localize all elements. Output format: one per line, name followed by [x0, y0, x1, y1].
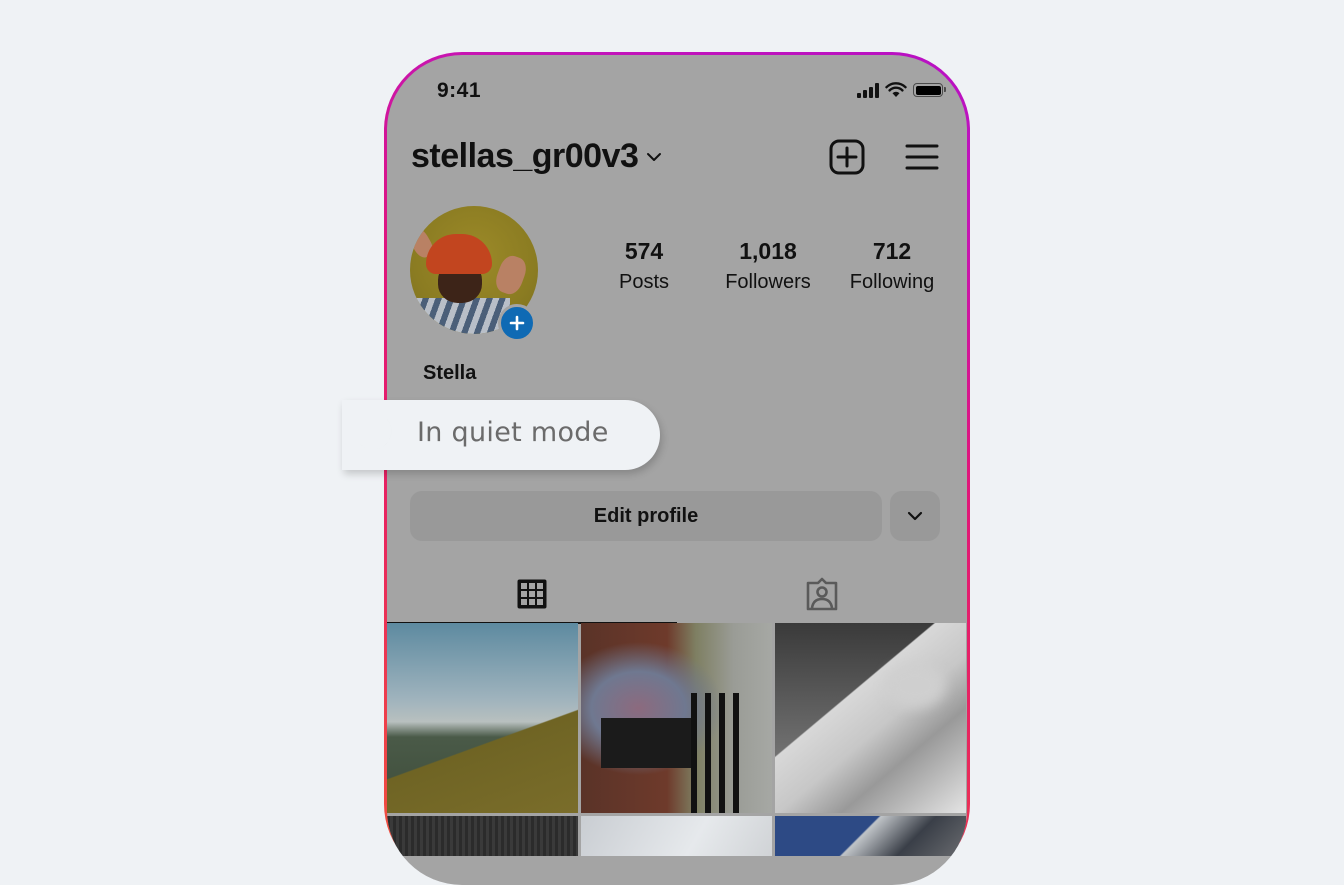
create-post-icon[interactable] [829, 139, 865, 175]
account-switcher[interactable]: stellas_gr00v3 [411, 137, 662, 176]
posts-grid [387, 623, 967, 856]
stat-label: Posts [618, 271, 670, 293]
tab-tagged[interactable] [677, 565, 967, 623]
display-name: Stella [423, 362, 477, 384]
plus-icon [509, 315, 525, 331]
post-thumbnail[interactable] [581, 816, 772, 856]
post-thumbnail[interactable] [387, 816, 578, 856]
profile-stats: 574 Posts 1,018 Followers 712 Following [582, 238, 954, 294]
stat-followers[interactable]: 1,018 Followers [706, 238, 830, 294]
stat-following[interactable]: 712 Following [830, 238, 954, 294]
post-thumbnail[interactable] [775, 816, 966, 856]
tab-grid[interactable] [387, 565, 677, 624]
battery-icon [913, 83, 946, 97]
phone-screen: 9:41 stellas_gr00v3 574 Posts 1,018 Foll… [387, 55, 967, 885]
profile-actions: Edit profile [410, 491, 940, 541]
tagged-person-icon [806, 577, 838, 611]
header-actions [829, 139, 939, 175]
stat-value: 1,018 [739, 238, 797, 264]
cellular-signal-icon [857, 82, 879, 98]
stat-posts[interactable]: 574 Posts [582, 238, 706, 294]
quiet-mode-label: In quiet mode [417, 417, 609, 448]
chevron-down-icon [907, 511, 923, 521]
post-thumbnail[interactable] [775, 623, 966, 813]
status-icons [857, 82, 946, 98]
username: stellas_gr00v3 [411, 137, 639, 175]
stat-label: Following [849, 271, 935, 293]
chevron-down-icon [647, 152, 662, 161]
post-thumbnail[interactable] [581, 623, 772, 813]
add-story-button[interactable] [498, 304, 536, 342]
moon-icon [360, 418, 392, 450]
discover-people-button[interactable] [890, 491, 940, 541]
wifi-icon [885, 82, 907, 97]
stat-value: 712 [872, 238, 912, 264]
profile-avatar[interactable] [410, 206, 540, 342]
edit-profile-button[interactable]: Edit profile [410, 491, 882, 541]
post-thumbnail[interactable] [387, 623, 578, 813]
menu-icon[interactable] [905, 143, 939, 171]
quiet-mode-badge: In quiet mode [342, 400, 660, 470]
grid-icon [517, 579, 547, 609]
status-time: 9:41 [437, 79, 482, 102]
stat-value: 574 [624, 238, 664, 264]
stat-label: Followers [725, 271, 811, 293]
profile-tabs [387, 565, 967, 624]
